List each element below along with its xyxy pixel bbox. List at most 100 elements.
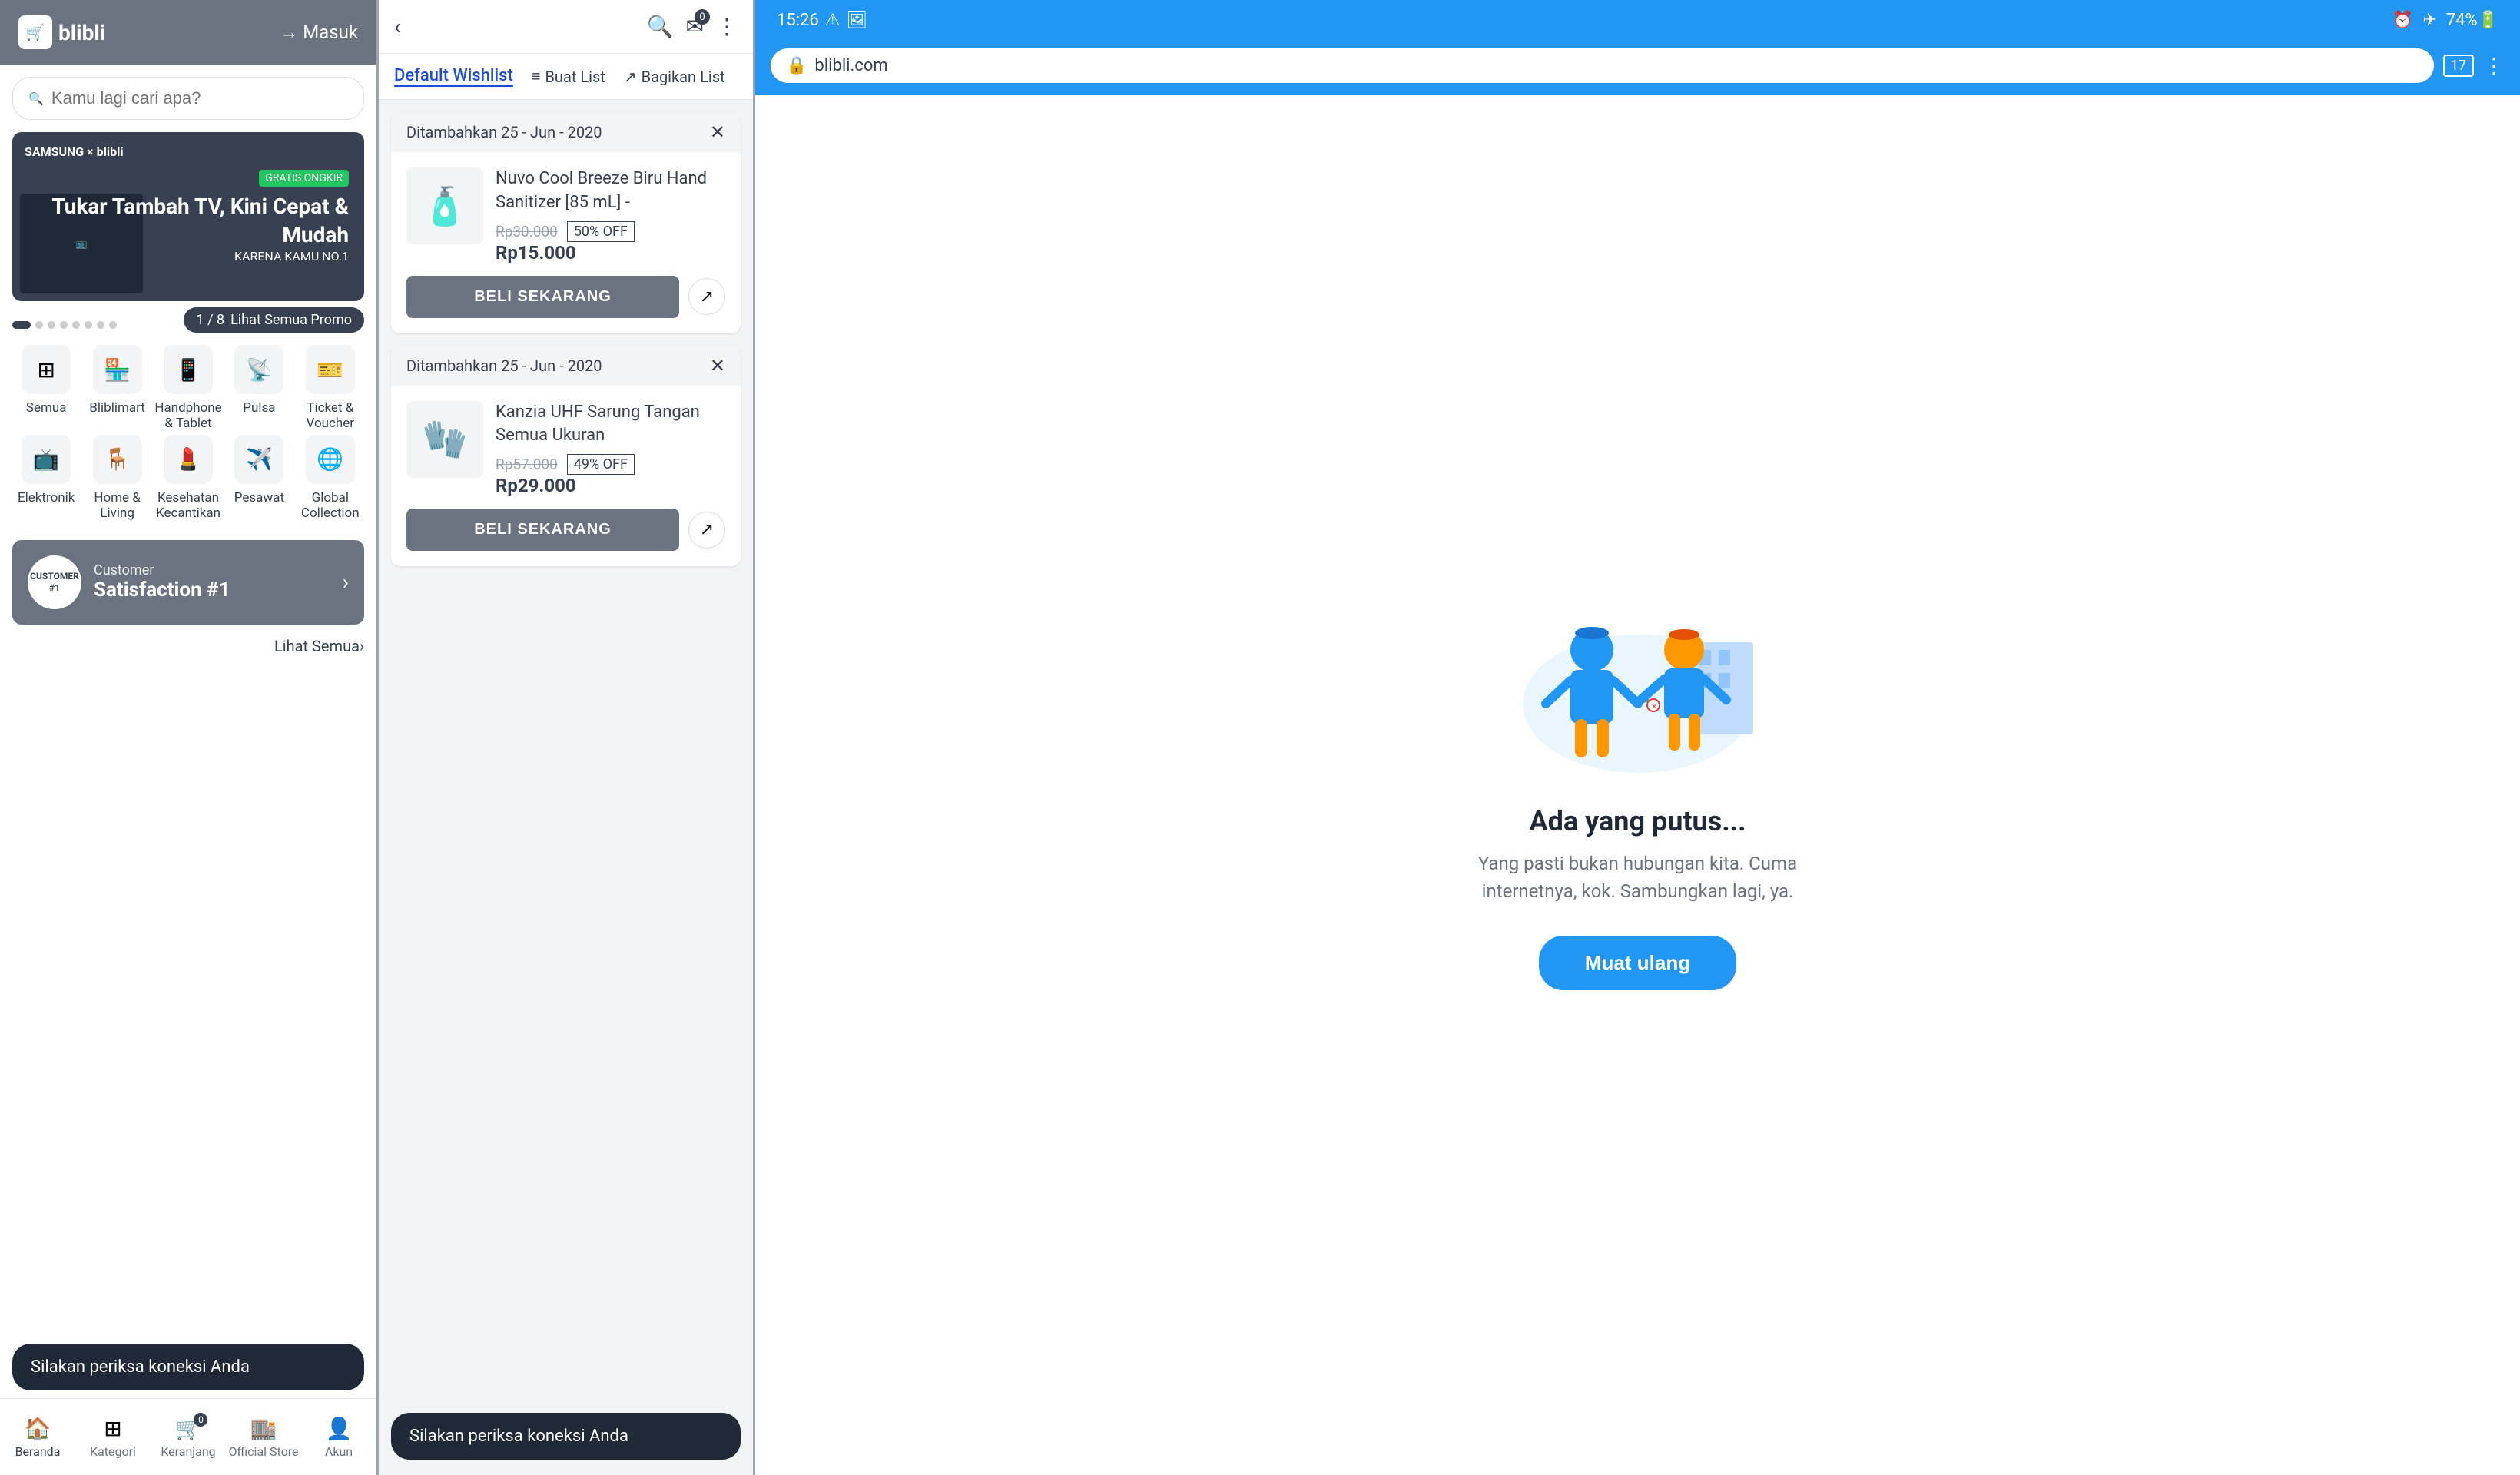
- no-internet-title: Ada yang putus...: [1529, 805, 1746, 837]
- nav-label-store: Official Store: [229, 1444, 299, 1459]
- nav-label-kategori: Kategori: [90, 1444, 136, 1459]
- category-global[interactable]: 🌐 Global Collection: [297, 435, 364, 522]
- panel-browser: 15:26 ⚠ 🖼 ⏰ ✈ 74%🔋 🔒 blibli.com 17 ⋮: [753, 0, 2520, 1475]
- back-button[interactable]: ‹: [394, 14, 400, 39]
- cat-icon-handphone: 📱: [164, 345, 213, 394]
- indicator-2: [35, 321, 43, 329]
- cart-badge-container: 🛒 0: [175, 1416, 202, 1441]
- status-right: ⏰ ✈ 74%🔋: [2392, 11, 2498, 30]
- nav-beranda[interactable]: 🏠 Beranda: [0, 1399, 75, 1475]
- sale-price-2: Rp29.000: [496, 475, 725, 496]
- notification-icon[interactable]: ✉ 0: [686, 14, 704, 39]
- remove-item-2-button[interactable]: ✕: [710, 355, 725, 376]
- nav-label-keranjang: Keranjang: [161, 1444, 215, 1459]
- banner-title: Tukar Tambah TV, Kini Cepat & Mudah: [28, 193, 349, 249]
- arrow-icon: ›: [360, 637, 364, 655]
- cat-label-pulsa: Pulsa: [243, 400, 275, 416]
- card-actions-1: BELI SEKARANG ↗: [406, 276, 725, 318]
- cat-label-home: Home & Living: [83, 490, 151, 522]
- card-date-header-2: Ditambahkan 25 - Jun - 2020 ✕: [391, 346, 741, 386]
- indicator-5: [72, 321, 80, 329]
- promo-badge[interactable]: 1 / 8 Lihat Semua Promo: [184, 307, 364, 333]
- search-bar[interactable]: 🔍: [12, 77, 364, 120]
- more-icon[interactable]: ⋮: [716, 14, 738, 39]
- browser-toolbar: 🔒 blibli.com 17 ⋮: [755, 41, 2520, 95]
- list-icon: ≡: [532, 67, 541, 86]
- lock-icon: 🔒: [786, 56, 807, 75]
- product-info-1: Nuvo Cool Breeze Biru Hand Sanitizer [85…: [496, 167, 725, 264]
- category-home-living[interactable]: 🪑 Home & Living: [83, 435, 151, 522]
- search-icon[interactable]: 🔍: [647, 14, 674, 39]
- original-price-1: Rp30.000: [496, 223, 558, 240]
- masuk-button[interactable]: → Masuk: [280, 22, 358, 44]
- svg-text:✕: ✕: [1651, 703, 1657, 711]
- search-input[interactable]: [51, 88, 348, 108]
- airplane-icon: ✈: [2422, 11, 2436, 30]
- cat-icon-pulsa: 📡: [234, 345, 284, 394]
- beli-sekarang-1-button[interactable]: BELI SEKARANG: [406, 276, 679, 318]
- category-bliblimart[interactable]: 🏪 Bliblimart: [83, 345, 151, 432]
- banner-content: GRATIS ONGKIR Tukar Tambah TV, Kini Cepa…: [12, 154, 364, 279]
- card-date-2: Ditambahkan 25 - Jun - 2020: [406, 356, 602, 375]
- buat-list-button[interactable]: ≡ Buat List: [532, 67, 605, 86]
- url-bar[interactable]: 🔒 blibli.com: [771, 48, 2434, 83]
- cat-icon-elektronik: 📺: [22, 435, 71, 484]
- browser-more-icon[interactable]: ⋮: [2483, 53, 2505, 78]
- banner-subtitle: KARENA KAMU NO.1: [28, 249, 349, 264]
- connection-toast: Silakan periksa koneksi Anda: [12, 1344, 364, 1390]
- cat-label-global: Global Collection: [297, 490, 364, 522]
- beli-sekarang-2-button[interactable]: BELI SEKARANG: [406, 509, 679, 551]
- user-icon: 👤: [326, 1416, 353, 1441]
- product-name-2: Kanzia UHF Sarung Tangan Semua Ukuran: [496, 401, 725, 449]
- wishlist-item-2: Ditambahkan 25 - Jun - 2020 ✕ 🧤 Kanzia U…: [391, 346, 741, 567]
- product-info-2: Kanzia UHF Sarung Tangan Semua Ukuran Rp…: [496, 401, 725, 497]
- reload-button[interactable]: Muat ulang: [1539, 936, 1736, 990]
- indicator-8: [109, 321, 117, 329]
- bottom-navigation: 🏠 Beranda ⊞ Kategori 🛒 0 Keranjang 🏬 Off…: [0, 1398, 376, 1475]
- cat-icon-bliblimart: 🏪: [93, 345, 142, 394]
- blibli-logo: 🛒 blibli: [18, 15, 105, 49]
- alarm-icon: ⏰: [2392, 11, 2413, 30]
- cat-label-kesehatan: Kesehatan Kecantikan: [154, 490, 222, 522]
- discount-badge-2: 49% OFF: [567, 454, 635, 475]
- image-icon: 🖼: [847, 11, 868, 30]
- category-kesehatan[interactable]: 💄 Kesehatan Kecantikan: [154, 435, 222, 522]
- no-internet-illustration: ✕: [1507, 581, 1769, 781]
- category-elektronik[interactable]: 📺 Elektronik: [12, 435, 80, 522]
- browser-content: ✕ Ada yang putus... Yang pasti bukan hub…: [755, 95, 2520, 1475]
- category-pesawat[interactable]: ✈️ Pesawat: [225, 435, 293, 522]
- tab-default-wishlist[interactable]: Default Wishlist: [394, 66, 513, 87]
- promo-banner[interactable]: SAMSUNG × blibli 📺 GRATIS ONGKIR Tukar T…: [12, 132, 364, 301]
- header-actions: 🔍 ✉ 0 ⋮: [647, 14, 738, 39]
- category-semua[interactable]: ⊞ Semua: [12, 345, 80, 432]
- logo-text: blibli: [58, 20, 105, 45]
- cat-label-semua: Semua: [26, 400, 67, 416]
- card-actions-2: BELI SEKARANG ↗: [406, 509, 725, 551]
- tab-count-badge[interactable]: 17: [2443, 55, 2474, 77]
- sale-price-1: Rp15.000: [496, 242, 725, 264]
- card-date-1: Ditambahkan 25 - Jun - 2020: [406, 123, 602, 141]
- app-header: 🛒 blibli → Masuk: [0, 0, 376, 65]
- satisfaction-banner[interactable]: CUSTOMER #1 Customer Satisfaction #1 ›: [12, 540, 364, 625]
- category-ticket[interactable]: 🎫 Ticket & Voucher: [297, 345, 364, 432]
- share-product-2-button[interactable]: ↗: [688, 512, 725, 549]
- nav-official-store[interactable]: 🏬 Official Store: [226, 1399, 301, 1475]
- indicator-7: [97, 321, 104, 329]
- cat-label-pesawat: Pesawat: [234, 490, 284, 505]
- bagikan-list-button[interactable]: ↗ Bagikan List: [624, 68, 725, 86]
- panel-wishlist: ‹ 🔍 ✉ 0 ⋮ Default Wishlist ≡ Buat List ↗…: [376, 0, 753, 1475]
- indicator-3: [48, 321, 55, 329]
- indicator-6: [85, 321, 92, 329]
- nav-akun[interactable]: 👤 Akun: [301, 1399, 376, 1475]
- card-date-header-1: Ditambahkan 25 - Jun - 2020 ✕: [391, 112, 741, 152]
- home-icon: 🏠: [25, 1416, 51, 1441]
- category-handphone[interactable]: 📱 Handphone & Tablet: [154, 345, 222, 432]
- logo-icon: 🛒: [18, 15, 52, 49]
- lihat-semua-link[interactable]: Lihat Semua ›: [0, 631, 376, 655]
- nav-kategori[interactable]: ⊞ Kategori: [75, 1399, 151, 1475]
- nav-keranjang[interactable]: 🛒 0 Keranjang: [151, 1399, 226, 1475]
- category-pulsa[interactable]: 📡 Pulsa: [225, 345, 293, 432]
- share-product-1-button[interactable]: ↗: [688, 278, 725, 315]
- remove-item-1-button[interactable]: ✕: [710, 121, 725, 143]
- status-bar: 15:26 ⚠ 🖼 ⏰ ✈ 74%🔋: [755, 0, 2520, 41]
